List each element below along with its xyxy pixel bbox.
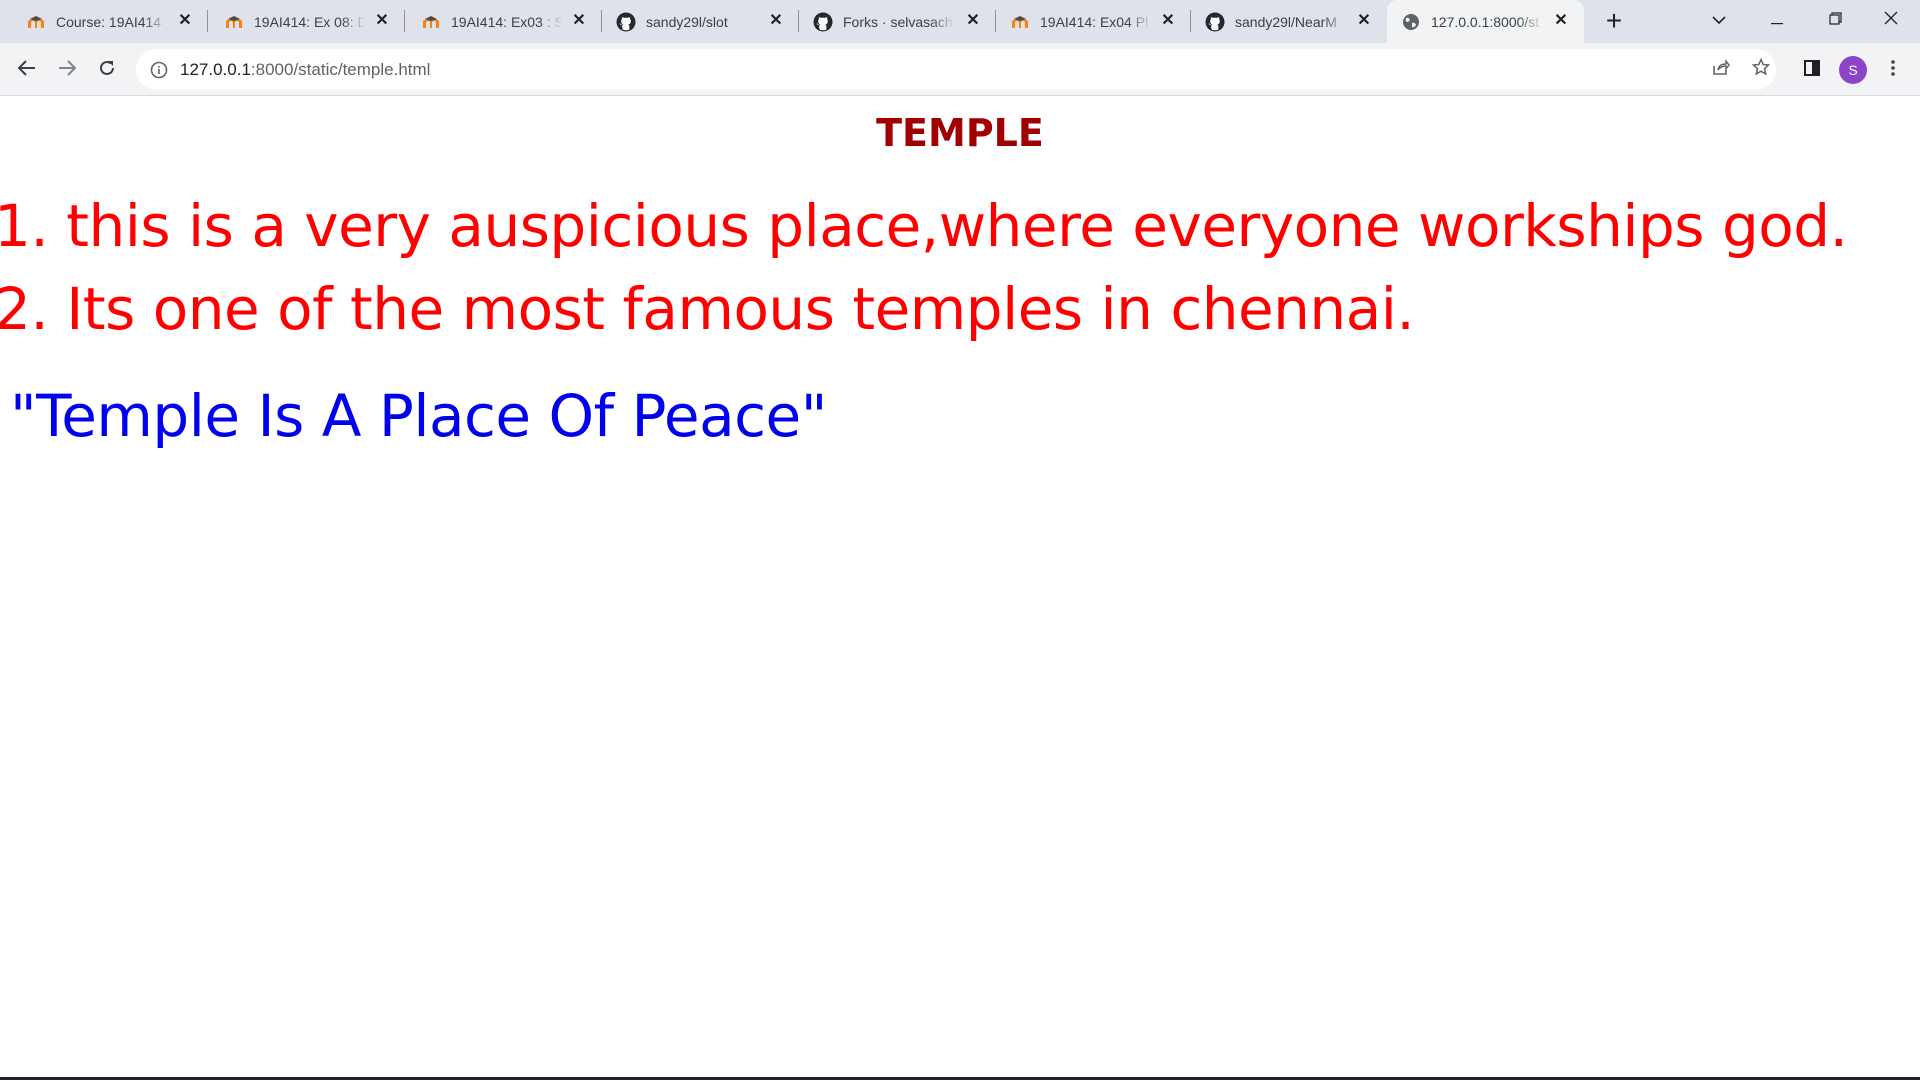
close-icon[interactable]: ✕ [1159,12,1177,30]
tab-title: 127.0.0.1:8000/st [1431,13,1540,30]
tab-slot[interactable]: sandy29l/slot ✕ [602,0,799,43]
tab-title: Course: 19AI414 [56,13,162,30]
tab-strip: Course: 19AI414 ✕ 19AI414: Ex 08: D ✕ 19… [0,0,1920,43]
back-button[interactable] [12,55,42,85]
tab-localhost[interactable]: 127.0.0.1:8000/st ✕ [1387,0,1584,43]
tab-nearm[interactable]: sandy29l/NearM ✕ [1191,0,1387,43]
github-icon [616,12,636,32]
tab-ex08[interactable]: 19AI414: Ex 08: D ✕ [208,0,405,43]
moodle-icon [26,12,46,32]
address-bar[interactable]: 127.0.0.1:8000/static/temple.html [136,49,1776,90]
close-icon[interactable]: ✕ [176,12,194,30]
tab-ex04[interactable]: 19AI414: Ex04 Pl ✕ [996,0,1191,43]
url-text[interactable]: 127.0.0.1:8000/static/temple.html [180,60,430,80]
quote-text: "Temple Is A Place Of Peace" [10,382,827,450]
close-window-button[interactable] [1862,0,1920,38]
arrow-left-icon [17,59,36,81]
tab-ex03[interactable]: 19AI414: Ex03 : S ✕ [405,0,602,43]
url-path: :8000/static/temple.html [250,59,431,79]
moodle-icon [224,12,244,32]
page-title: TEMPLE [876,111,1044,155]
tab-forks[interactable]: Forks · selvasach ✕ [799,0,996,43]
profile-avatar[interactable]: S [1839,56,1867,84]
share-button[interactable] [1706,49,1736,90]
side-panel-button[interactable] [1797,55,1827,85]
more-vert-icon [1891,59,1895,81]
tab-title: 19AI414: Ex 08: D [254,13,366,30]
tab-search-button[interactable] [1690,0,1748,38]
new-tab-button[interactable]: + [1599,7,1629,37]
moodle-icon [1010,12,1030,32]
side-panel-icon [1804,59,1820,81]
browser-toolbar: 127.0.0.1:8000/static/temple.html S [0,43,1920,96]
restore-button[interactable] [1806,0,1864,38]
tab-title: sandy29l/NearM [1235,13,1337,30]
list-item: 1. this is a very auspicious place,where… [0,192,1848,260]
tab-title: sandy29l/slot [646,13,728,30]
close-icon[interactable]: ✕ [767,12,785,30]
close-icon[interactable]: ✕ [373,12,391,30]
close-icon [1884,9,1898,30]
tab-course[interactable]: Course: 19AI414 ✕ [0,0,208,43]
page-content: TEMPLE 1. this is a very auspicious plac… [0,97,1920,1080]
bookmark-button[interactable] [1746,49,1776,90]
forward-button[interactable] [52,55,82,85]
menu-button[interactable] [1878,55,1908,85]
globe-icon [1401,12,1421,32]
star-icon [1751,57,1771,81]
info-icon[interactable] [150,61,168,79]
minimize-button[interactable] [1748,0,1806,38]
share-icon [1712,58,1730,80]
github-icon [813,12,833,32]
url-host: 127.0.0.1 [180,59,251,79]
list-item: 2. Its one of the most famous temples in… [0,275,1415,343]
close-icon[interactable]: ✕ [964,12,982,30]
reload-icon [98,59,116,82]
minimize-icon [1771,9,1783,30]
arrow-right-icon [58,59,77,81]
close-icon[interactable]: ✕ [570,12,588,30]
tab-title: Forks · selvasach [843,13,953,30]
tab-title: 19AI414: Ex03 : S [451,13,563,30]
restore-icon [1828,9,1842,30]
tab-title: 19AI414: Ex04 Pl [1040,13,1149,30]
chevron-down-icon [1712,9,1726,30]
reload-button[interactable] [92,55,122,85]
github-icon [1205,12,1225,32]
close-icon[interactable]: ✕ [1552,12,1570,30]
close-icon[interactable]: ✕ [1355,12,1373,30]
moodle-icon [421,12,441,32]
